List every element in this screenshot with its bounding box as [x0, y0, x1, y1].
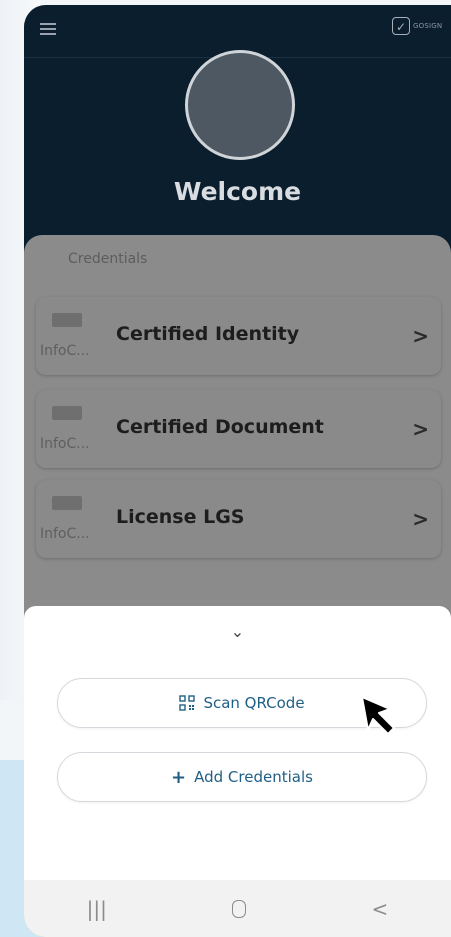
qr-code-icon — [179, 695, 196, 711]
credential-card-certified-identity[interactable]: InfoC... Certified Identity > — [36, 297, 441, 375]
credential-title: Certified Identity — [116, 323, 300, 345]
credential-card-certified-document[interactable]: InfoC... Certified Document > — [36, 390, 441, 468]
chevron-right-icon: > — [412, 324, 429, 348]
home-button[interactable] — [232, 899, 247, 918]
issuer-name: InfoC... — [40, 526, 90, 542]
issuer-name: InfoC... — [40, 436, 90, 452]
credential-title: Certified Document — [116, 416, 324, 438]
issuer-logo-icon — [52, 313, 82, 327]
logo-text: GOSIGN — [413, 22, 443, 30]
issuer-logo-icon — [52, 406, 82, 420]
avatar[interactable] — [185, 50, 295, 160]
welcome-title: Welcome — [173, 177, 302, 206]
app-logo: ✓ GOSIGN — [392, 17, 442, 35]
back-button[interactable]: < — [372, 897, 389, 921]
chevron-right-icon: > — [412, 417, 429, 441]
checkmark-logo-icon: ✓ — [392, 17, 410, 35]
credential-card-license-lgs[interactable]: InfoC... License LGS > — [36, 480, 441, 558]
add-credentials-label: Add Credentials — [194, 768, 313, 786]
section-label-credentials: Credentials — [68, 251, 148, 267]
chevron-down-icon[interactable]: ⌄ — [24, 622, 451, 641]
system-navigation-bar: ||| < — [24, 880, 451, 937]
issuer-name: InfoC... — [40, 343, 90, 359]
add-credentials-button[interactable]: + Add Credentials — [57, 752, 427, 802]
chevron-right-icon: > — [412, 507, 429, 531]
credential-title: License LGS — [116, 506, 245, 528]
scan-qrcode-label: Scan QRCode — [203, 694, 305, 712]
issuer-logo-icon — [52, 496, 82, 510]
mouse-cursor-icon — [361, 696, 395, 735]
hamburger-menu-icon[interactable] — [40, 23, 56, 35]
plus-icon: + — [171, 766, 187, 788]
app-header: ✓ GOSIGN Welcome — [24, 5, 451, 260]
recents-button[interactable]: ||| — [87, 897, 107, 921]
phone-screen: ✓ GOSIGN Welcome Credentials InfoC... Ce… — [24, 5, 451, 937]
